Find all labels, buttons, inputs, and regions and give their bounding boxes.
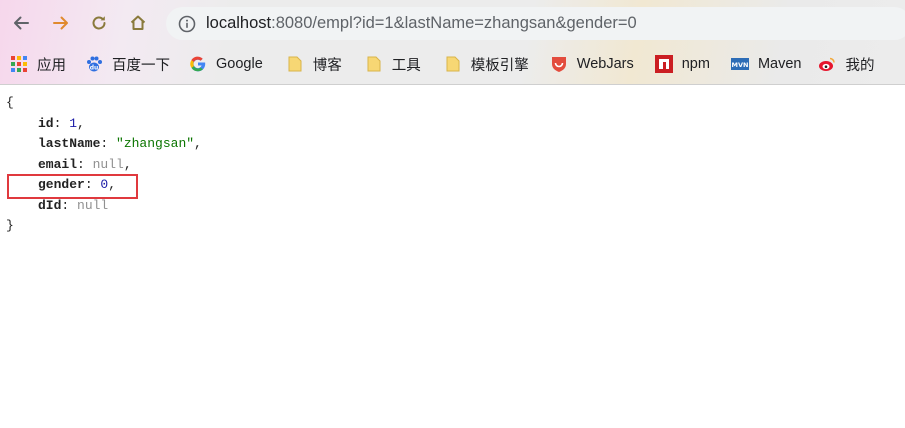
google-g-icon [189, 55, 207, 73]
bookmark-weibo[interactable]: 我的 [810, 50, 883, 78]
folder-icon [365, 55, 383, 73]
bookmark-label: Maven [757, 56, 802, 72]
json-viewer: { id: 1, lastName: "zhangsan", email: nu… [6, 93, 202, 237]
bookmark-webjars[interactable]: WebJars [538, 50, 643, 78]
gender-highlight-box [7, 174, 138, 199]
bookmark-maven[interactable]: MVN Maven [719, 50, 811, 78]
maven-icon: MVN [730, 55, 749, 73]
bookmark-label: 我的 [845, 57, 875, 74]
bookmark-label: WebJars [576, 56, 634, 72]
bookmarks-bar: 应用 du 百度一下 Google 博客 工具 模板引擎 WebJars npm… [0, 50, 905, 78]
back-button[interactable] [8, 10, 34, 36]
apps-grid-icon [10, 55, 28, 73]
bookmark-npm[interactable]: npm [643, 50, 719, 78]
json-value: "zhangsan" [116, 136, 195, 151]
bookmark-label: 应用 [37, 57, 66, 74]
bookmark-label: npm [681, 56, 710, 72]
json-value: null [77, 197, 109, 213]
bookmark-label: 博客 [312, 57, 342, 74]
json-close-brace: } [6, 218, 14, 233]
json-value: 1 [69, 115, 78, 131]
url-path: :8080/empl?id=1&lastName=zhangsan&gender… [271, 14, 637, 32]
bookmark-label: 模板引擎 [470, 57, 529, 74]
json-open-brace: { [6, 95, 14, 110]
svg-text:du: du [90, 65, 99, 72]
forward-button[interactable] [48, 10, 74, 36]
baidu-paw-icon: du [85, 55, 103, 73]
bookmark-folder-tools[interactable]: 工具 [351, 50, 430, 78]
bookmark-label: 工具 [391, 57, 421, 74]
address-bar[interactable]: localhost:8080/empl?id=1&lastName=zhangs… [166, 7, 905, 40]
browser-chrome: localhost:8080/empl?id=1&lastName=zhangs… [0, 0, 905, 85]
json-field-lastname: lastName: "zhangsan", [38, 136, 202, 151]
json-field-email: email: null, [38, 156, 132, 172]
bookmark-baidu[interactable]: du 百度一下 [75, 50, 179, 78]
url-host: localhost [206, 14, 272, 32]
home-icon [130, 15, 146, 30]
bookmark-label: 百度一下 [112, 57, 170, 74]
info-icon[interactable] [178, 15, 196, 33]
bookmark-folder-blog[interactable]: 博客 [272, 50, 351, 78]
webjars-icon [550, 55, 568, 73]
folder-icon [444, 55, 462, 73]
npm-icon [654, 55, 673, 73]
json-field-id: id: 1, [38, 115, 85, 131]
json-key: id [38, 115, 54, 131]
bookmark-label: Google [216, 56, 263, 72]
json-key: dId [38, 197, 62, 213]
bookmark-google[interactable]: Google [179, 50, 272, 78]
reload-icon [92, 16, 106, 30]
forward-arrow-icon [53, 16, 68, 30]
json-key: email [38, 156, 78, 172]
browser-toolbar: localhost:8080/empl?id=1&lastName=zhangs… [0, 0, 905, 46]
folder-icon [286, 55, 304, 73]
weibo-icon [818, 55, 836, 73]
svg-text:MVN: MVN [731, 61, 748, 69]
reload-button[interactable] [86, 10, 112, 36]
url-text[interactable]: localhost:8080/empl?id=1&lastName=zhangs… [206, 14, 637, 33]
back-arrow-icon [14, 16, 29, 30]
bookmark-folder-templates[interactable]: 模板引擎 [430, 50, 538, 78]
home-button[interactable] [125, 10, 151, 36]
json-value: null [92, 156, 124, 172]
json-key: lastName [38, 136, 101, 151]
bookmark-apps[interactable]: 应用 [0, 50, 75, 78]
